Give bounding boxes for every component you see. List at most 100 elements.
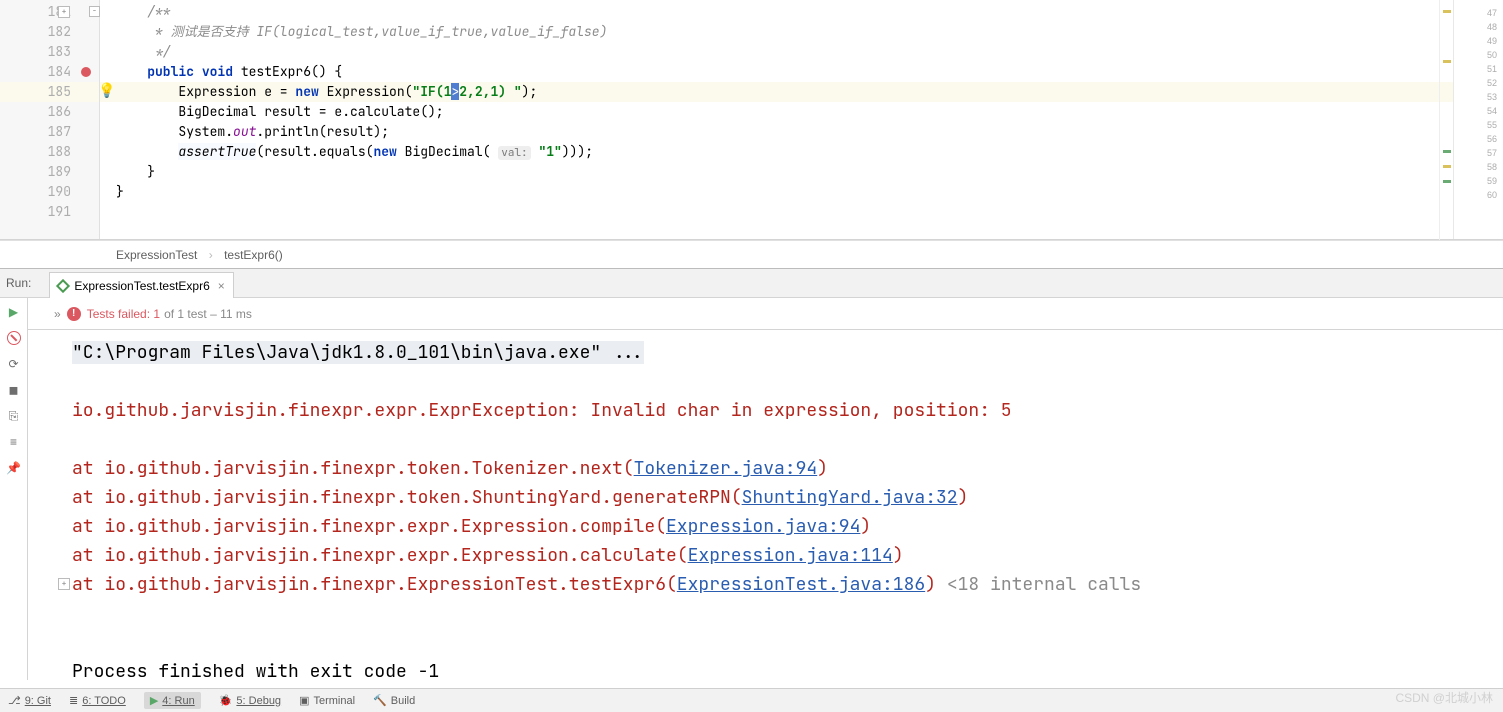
code-text: Expression e = <box>116 83 295 100</box>
code-text: testExpr6() { <box>233 63 342 80</box>
code-string: "IF(1 <box>412 83 451 100</box>
rerun-icon[interactable]: ▶ <box>6 304 22 320</box>
warning-marker[interactable] <box>1443 60 1451 63</box>
watermark: CSDN @北城小林 <box>1395 689 1493 706</box>
code-string: 2,2,1) " <box>459 83 521 100</box>
run-gutter-icon[interactable] <box>81 67 91 77</box>
error-icon: ! <box>67 307 81 321</box>
console-output[interactable]: + "C:\Program Files\Java\jdk1.8.0_101\bi… <box>28 330 1503 680</box>
code-text: ); <box>522 83 538 100</box>
stack-line: ) <box>958 486 969 509</box>
rerun-failed-icon[interactable] <box>6 330 22 346</box>
toolwindow-todo[interactable]: ≣6: TODO <box>69 694 126 707</box>
stack-link[interactable]: ExpressionTest.java:186 <box>677 573 925 596</box>
tests-failed-label: Tests failed: 1 <box>87 307 160 321</box>
line-number: 48 <box>1454 20 1497 34</box>
run-tab-bar: Run: ExpressionTest.testExpr6 × <box>0 268 1503 298</box>
code-text: Expression( <box>319 83 413 100</box>
layout-icon[interactable]: ≡ <box>6 434 22 450</box>
line-number: 47 <box>1454 6 1497 20</box>
stack-collapsed[interactable]: <18 internal calls <box>936 573 1141 596</box>
line-number: 59 <box>1454 174 1497 188</box>
code-text: (result.equals( <box>256 143 373 160</box>
stack-link[interactable]: ShuntingYard.java:32 <box>742 486 958 509</box>
line-number: 56 <box>1454 132 1497 146</box>
exception-line: io.github.jarvisjin.finexpr.expr.ExprExc… <box>72 399 1012 422</box>
line-number: 53 <box>1454 90 1497 104</box>
line-number: 55 <box>1454 118 1497 132</box>
ok-marker[interactable] <box>1443 150 1451 153</box>
warning-marker[interactable] <box>1443 10 1451 13</box>
line-gutter[interactable]: 181− 182 183 184 185 186 187 188 189 190… <box>0 0 100 239</box>
close-icon[interactable]: × <box>218 279 225 293</box>
code-keyword: void <box>202 63 233 80</box>
marker-stripe[interactable] <box>1439 0 1453 240</box>
stop-icon[interactable]: ◼ <box>6 382 22 398</box>
code-keyword: public <box>147 63 194 80</box>
breadcrumb: ExpressionTest › testExpr6() <box>0 240 1503 268</box>
run-tab-title: ExpressionTest.testExpr6 <box>74 279 209 293</box>
stack-line: at io.github.jarvisjin.finexpr.expr.Expr… <box>72 515 666 538</box>
line-number: 188 <box>48 143 71 160</box>
line-number: 190 <box>48 183 71 200</box>
right-gutter: 47 48 49 50 51 52 53 54 55 56 57 58 59 6… <box>1453 0 1503 239</box>
exit-code-line: Process finished with exit code -1 <box>72 660 439 680</box>
console-cmd: "C:\Program Files\Java\jdk1.8.0_101\bin\… <box>72 341 644 364</box>
code-text: } <box>116 163 155 180</box>
stack-link[interactable]: Expression.java:94 <box>666 515 860 538</box>
line-number: 54 <box>1454 104 1497 118</box>
toolwindow-git[interactable]: ⎇9: Git <box>8 694 51 707</box>
stack-line: ) <box>893 544 904 567</box>
code-string: "1" <box>531 143 562 160</box>
line-number: 51 <box>1454 62 1497 76</box>
code-text: } <box>116 183 124 200</box>
run-label: Run: <box>6 276 31 290</box>
dump-icon[interactable]: ⎘ <box>6 408 22 424</box>
line-number: 57 <box>1454 146 1497 160</box>
code-text: .println(result); <box>256 123 389 140</box>
stack-line: ) <box>817 457 828 480</box>
stack-link[interactable]: Tokenizer.java:94 <box>634 457 818 480</box>
tests-count-label: of 1 test – 11 ms <box>164 307 252 321</box>
expand-icon[interactable]: + <box>58 578 70 590</box>
stack-link[interactable]: Expression.java:114 <box>688 544 893 567</box>
toolwindow-terminal[interactable]: ▣Terminal <box>299 694 355 707</box>
test-config-icon <box>56 278 70 292</box>
test-status-bar: » ! Tests failed: 1 of 1 test – 11 ms <box>28 298 1503 330</box>
toggle-auto-icon[interactable]: ⟳ <box>6 356 22 372</box>
code-keyword: new <box>373 143 396 160</box>
toolwindow-debug[interactable]: 🐞5: Debug <box>219 694 281 707</box>
code-area[interactable]: 💡 /** * 测试是否支持 IF(logical_test,value_if_… <box>100 0 1453 239</box>
line-number: 58 <box>1454 160 1497 174</box>
chevrons-icon[interactable]: » <box>54 307 61 321</box>
line-number: 187 <box>48 123 71 140</box>
code-call: assertTrue <box>178 143 256 160</box>
test-results-panel: ▶ ⟳ ◼ ⎘ ≡ 📌 » ! Tests failed: 1 of 1 tes… <box>0 298 1503 680</box>
stack-line: at io.github.jarvisjin.finexpr.Expressio… <box>72 573 677 596</box>
intention-bulb-icon[interactable]: 💡 <box>98 82 115 100</box>
warning-marker[interactable] <box>1443 165 1451 168</box>
code-keyword: new <box>295 83 318 100</box>
breadcrumb-class[interactable]: ExpressionTest <box>116 248 197 262</box>
run-config-tab[interactable]: ExpressionTest.testExpr6 × <box>49 272 233 298</box>
breadcrumb-method[interactable]: testExpr6() <box>224 248 283 262</box>
fold-mark-icon[interactable]: − <box>89 6 100 17</box>
editor-pane: 181− 182 183 184 185 186 187 188 189 190… <box>0 0 1503 240</box>
toolwindow-build[interactable]: 🔨Build <box>373 694 415 707</box>
code-text: ))); <box>562 143 593 160</box>
line-number: 191 <box>48 203 71 220</box>
stack-line: at io.github.jarvisjin.finexpr.expr.Expr… <box>72 544 688 567</box>
line-number: 186 <box>48 103 71 120</box>
stack-line: ) <box>925 573 936 596</box>
code-text: BigDecimal( <box>397 143 498 160</box>
line-number: 185 <box>48 83 71 100</box>
line-number: 184 <box>48 63 71 80</box>
code-text: * 测试是否支持 IF(logical_test,value_if_true,v… <box>116 23 607 40</box>
ok-marker[interactable] <box>1443 180 1451 183</box>
status-bar: ⎇9: Git ≣6: TODO ▶4: Run 🐞5: Debug ▣Term… <box>0 688 1503 712</box>
code-text: BigDecimal result = e.calculate(); <box>116 103 444 120</box>
line-number: 182 <box>48 23 71 40</box>
code-text: */ <box>116 43 171 60</box>
toolwindow-run[interactable]: ▶4: Run <box>144 692 201 709</box>
pin-icon[interactable]: 📌 <box>6 460 22 476</box>
